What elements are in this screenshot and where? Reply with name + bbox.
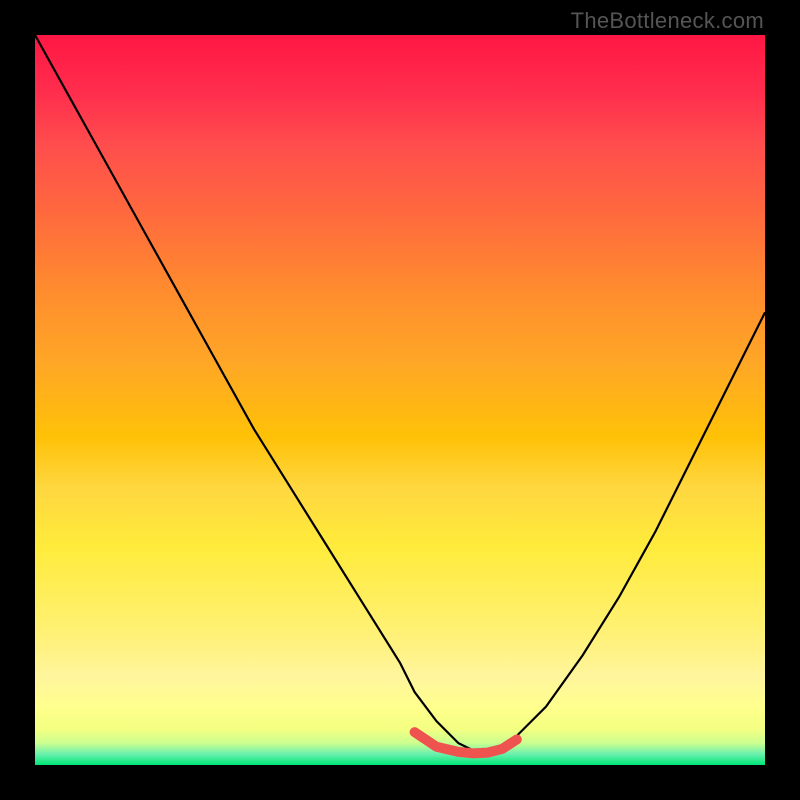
watermark-label: TheBottleneck.com	[571, 8, 764, 34]
optimal-zone-line	[415, 732, 517, 753]
bottleneck-curve-line	[35, 35, 765, 750]
plot-area	[35, 35, 765, 765]
chart-svg	[35, 35, 765, 765]
chart-container: TheBottleneck.com	[0, 0, 800, 800]
